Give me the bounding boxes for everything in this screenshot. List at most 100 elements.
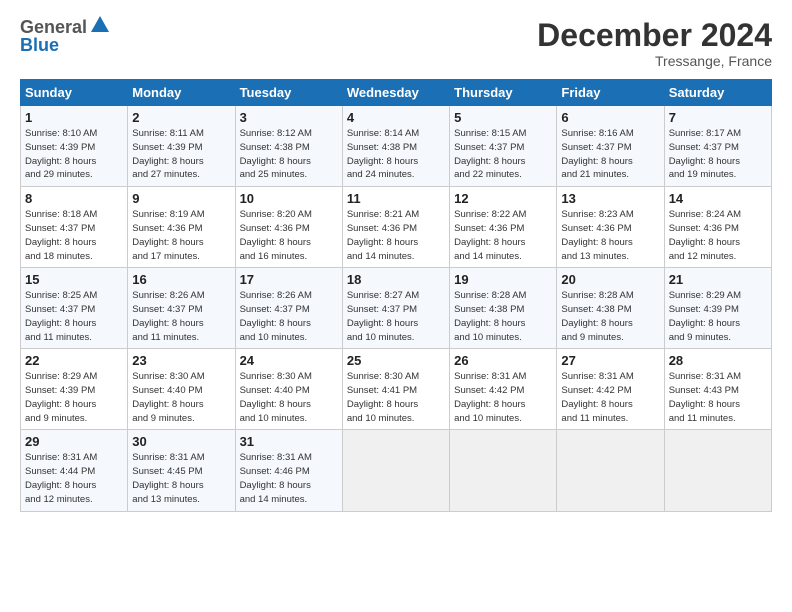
day-daylight: Daylight: 8 hoursand 13 minutes. — [561, 237, 632, 262]
day-daylight: Daylight: 8 hoursand 24 minutes. — [347, 156, 418, 181]
day-daylight: Daylight: 8 hoursand 10 minutes. — [347, 318, 418, 343]
day-number: 17 — [240, 272, 338, 287]
day-cell: 13 Sunrise: 8:23 AM Sunset: 4:36 PM Dayl… — [557, 187, 664, 268]
day-sunrise: Sunrise: 8:17 AM — [669, 128, 741, 139]
day-sunrise: Sunrise: 8:31 AM — [561, 371, 633, 382]
header-sunday: Sunday — [21, 80, 128, 106]
day-number: 14 — [669, 191, 767, 206]
day-daylight: Daylight: 8 hoursand 19 minutes. — [669, 156, 740, 181]
day-daylight: Daylight: 8 hoursand 10 minutes. — [454, 318, 525, 343]
day-daylight: Daylight: 8 hoursand 14 minutes. — [454, 237, 525, 262]
header: General Blue December 2024 Tressange, Fr… — [20, 18, 772, 69]
day-sunrise: Sunrise: 8:31 AM — [454, 371, 526, 382]
day-number: 25 — [347, 353, 445, 368]
day-daylight: Daylight: 8 hoursand 21 minutes. — [561, 156, 632, 181]
day-cell: 15 Sunrise: 8:25 AM Sunset: 4:37 PM Dayl… — [21, 268, 128, 349]
day-number: 11 — [347, 191, 445, 206]
day-cell: 27 Sunrise: 8:31 AM Sunset: 4:42 PM Dayl… — [557, 349, 664, 430]
day-number: 4 — [347, 110, 445, 125]
day-sunset: Sunset: 4:37 PM — [347, 304, 417, 315]
day-cell: 23 Sunrise: 8:30 AM Sunset: 4:40 PM Dayl… — [128, 349, 235, 430]
day-sunset: Sunset: 4:46 PM — [240, 466, 310, 477]
day-daylight: Daylight: 8 hoursand 10 minutes. — [454, 399, 525, 424]
day-sunset: Sunset: 4:38 PM — [347, 142, 417, 153]
day-daylight: Daylight: 8 hoursand 11 minutes. — [561, 399, 632, 424]
day-cell: 29 Sunrise: 8:31 AM Sunset: 4:44 PM Dayl… — [21, 430, 128, 511]
day-number: 16 — [132, 272, 230, 287]
day-cell: 10 Sunrise: 8:20 AM Sunset: 4:36 PM Dayl… — [235, 187, 342, 268]
day-daylight: Daylight: 8 hoursand 29 minutes. — [25, 156, 96, 181]
day-sunrise: Sunrise: 8:28 AM — [561, 290, 633, 301]
day-cell: 21 Sunrise: 8:29 AM Sunset: 4:39 PM Dayl… — [664, 268, 771, 349]
day-sunrise: Sunrise: 8:23 AM — [561, 209, 633, 220]
day-daylight: Daylight: 8 hoursand 9 minutes. — [669, 318, 740, 343]
day-sunrise: Sunrise: 8:29 AM — [25, 371, 97, 382]
day-daylight: Daylight: 8 hoursand 14 minutes. — [347, 237, 418, 262]
day-number: 29 — [25, 434, 123, 449]
day-cell: 7 Sunrise: 8:17 AM Sunset: 4:37 PM Dayli… — [664, 106, 771, 187]
day-sunrise: Sunrise: 8:15 AM — [454, 128, 526, 139]
day-daylight: Daylight: 8 hoursand 18 minutes. — [25, 237, 96, 262]
day-cell: 2 Sunrise: 8:11 AM Sunset: 4:39 PM Dayli… — [128, 106, 235, 187]
day-cell: 1 Sunrise: 8:10 AM Sunset: 4:39 PM Dayli… — [21, 106, 128, 187]
day-sunset: Sunset: 4:36 PM — [347, 223, 417, 234]
day-sunrise: Sunrise: 8:22 AM — [454, 209, 526, 220]
empty-cell — [664, 430, 771, 511]
day-sunset: Sunset: 4:38 PM — [561, 304, 631, 315]
day-cell: 26 Sunrise: 8:31 AM Sunset: 4:42 PM Dayl… — [450, 349, 557, 430]
day-cell: 19 Sunrise: 8:28 AM Sunset: 4:38 PM Dayl… — [450, 268, 557, 349]
calendar-table: Sunday Monday Tuesday Wednesday Thursday… — [20, 79, 772, 511]
day-daylight: Daylight: 8 hoursand 12 minutes. — [25, 480, 96, 505]
day-number: 28 — [669, 353, 767, 368]
day-daylight: Daylight: 8 hoursand 10 minutes. — [240, 399, 311, 424]
day-cell: 14 Sunrise: 8:24 AM Sunset: 4:36 PM Dayl… — [664, 187, 771, 268]
empty-cell — [450, 430, 557, 511]
day-daylight: Daylight: 8 hoursand 27 minutes. — [132, 156, 203, 181]
day-cell: 4 Sunrise: 8:14 AM Sunset: 4:38 PM Dayli… — [342, 106, 449, 187]
day-sunrise: Sunrise: 8:25 AM — [25, 290, 97, 301]
day-cell: 9 Sunrise: 8:19 AM Sunset: 4:36 PM Dayli… — [128, 187, 235, 268]
day-sunrise: Sunrise: 8:19 AM — [132, 209, 204, 220]
day-number: 10 — [240, 191, 338, 206]
day-sunrise: Sunrise: 8:21 AM — [347, 209, 419, 220]
day-daylight: Daylight: 8 hoursand 17 minutes. — [132, 237, 203, 262]
day-sunset: Sunset: 4:44 PM — [25, 466, 95, 477]
day-sunset: Sunset: 4:42 PM — [561, 385, 631, 396]
day-sunset: Sunset: 4:37 PM — [561, 142, 631, 153]
header-wednesday: Wednesday — [342, 80, 449, 106]
day-sunset: Sunset: 4:36 PM — [669, 223, 739, 234]
day-sunset: Sunset: 4:37 PM — [669, 142, 739, 153]
day-sunrise: Sunrise: 8:18 AM — [25, 209, 97, 220]
day-sunrise: Sunrise: 8:30 AM — [132, 371, 204, 382]
calendar-week-row: 15 Sunrise: 8:25 AM Sunset: 4:37 PM Dayl… — [21, 268, 772, 349]
day-cell: 6 Sunrise: 8:16 AM Sunset: 4:37 PM Dayli… — [557, 106, 664, 187]
day-sunrise: Sunrise: 8:31 AM — [132, 452, 204, 463]
day-sunset: Sunset: 4:38 PM — [454, 304, 524, 315]
empty-cell — [557, 430, 664, 511]
day-cell: 17 Sunrise: 8:26 AM Sunset: 4:37 PM Dayl… — [235, 268, 342, 349]
day-number: 27 — [561, 353, 659, 368]
day-number: 6 — [561, 110, 659, 125]
day-sunrise: Sunrise: 8:20 AM — [240, 209, 312, 220]
day-sunrise: Sunrise: 8:24 AM — [669, 209, 741, 220]
day-sunrise: Sunrise: 8:31 AM — [25, 452, 97, 463]
day-sunrise: Sunrise: 8:29 AM — [669, 290, 741, 301]
day-cell: 28 Sunrise: 8:31 AM Sunset: 4:43 PM Dayl… — [664, 349, 771, 430]
day-sunset: Sunset: 4:37 PM — [25, 304, 95, 315]
day-number: 20 — [561, 272, 659, 287]
day-daylight: Daylight: 8 hoursand 14 minutes. — [240, 480, 311, 505]
day-daylight: Daylight: 8 hoursand 25 minutes. — [240, 156, 311, 181]
day-daylight: Daylight: 8 hoursand 11 minutes. — [669, 399, 740, 424]
day-sunrise: Sunrise: 8:31 AM — [669, 371, 741, 382]
day-number: 30 — [132, 434, 230, 449]
day-sunset: Sunset: 4:38 PM — [240, 142, 310, 153]
day-sunset: Sunset: 4:37 PM — [25, 223, 95, 234]
day-cell: 16 Sunrise: 8:26 AM Sunset: 4:37 PM Dayl… — [128, 268, 235, 349]
day-sunset: Sunset: 4:41 PM — [347, 385, 417, 396]
day-sunset: Sunset: 4:45 PM — [132, 466, 202, 477]
logo: General Blue — [20, 18, 111, 54]
day-number: 8 — [25, 191, 123, 206]
day-number: 1 — [25, 110, 123, 125]
calendar-week-row: 29 Sunrise: 8:31 AM Sunset: 4:44 PM Dayl… — [21, 430, 772, 511]
day-daylight: Daylight: 8 hoursand 9 minutes. — [25, 399, 96, 424]
